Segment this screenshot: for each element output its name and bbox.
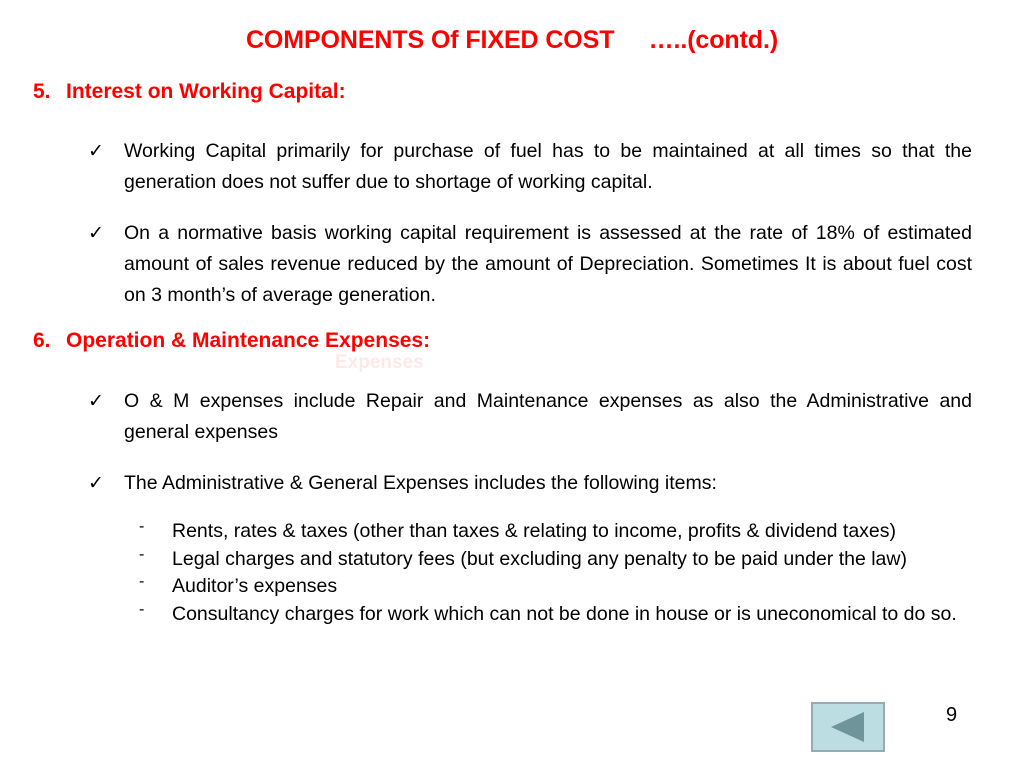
sub-list-item-text: Legal charges and statutory fees (but ex… [172, 547, 907, 570]
slide-canvas: COMPONENTS Of FIXED COST …..(contd.) 5. I… [0, 0, 1024, 768]
list-item: ✓ Working Capital primarily for purchase… [88, 136, 972, 198]
dash-icon: - [139, 545, 145, 563]
sub-list-item: - Rents, rates & taxes (other than taxes… [139, 518, 972, 546]
sub-list-item: - Auditor’s expenses [139, 573, 972, 601]
render-artifact: Expenses [335, 352, 424, 373]
sub-list-item: - Legal charges and statutory fees (but … [139, 546, 972, 574]
sub-list: - Rents, rates & taxes (other than taxes… [139, 518, 972, 628]
page-number: 9 [946, 704, 958, 726]
check-icon: ✓ [88, 391, 104, 412]
section-number-5: 5. [33, 80, 51, 103]
triangle-left-icon [828, 710, 868, 744]
dash-icon: - [139, 518, 145, 535]
list-item: ✓ O & M expenses include Repair and Main… [88, 386, 972, 448]
check-icon: ✓ [88, 141, 104, 162]
section-title-5: Interest on Working Capital: [66, 80, 346, 103]
dash-icon: - [139, 573, 145, 590]
list-item-text: The Administrative & General Expenses in… [124, 472, 717, 494]
list-item-text: Working Capital primarily for purchase o… [124, 140, 972, 193]
sub-list-item-text: Auditor’s expenses [172, 575, 338, 597]
list-item-text: O & M expenses include Repair and Mainte… [124, 390, 972, 443]
section-heading-5: 5. Interest on Working Capital: [33, 80, 346, 104]
sub-list-item: - Consultancy charges for work which can… [139, 601, 972, 629]
list-item: ✓ On a normative basis working capital r… [88, 218, 972, 311]
sub-list-item-text: Rents, rates & taxes (other than taxes &… [172, 520, 897, 542]
sub-list-item-text: Consultancy charges for work which can n… [172, 602, 957, 625]
dash-icon: - [139, 600, 145, 618]
list-item-text: On a normative basis working capital req… [124, 222, 972, 306]
check-icon: ✓ [88, 473, 104, 494]
check-icon: ✓ [88, 223, 104, 244]
section-heading-6: 6. Operation & Maintenance Expenses: [33, 329, 430, 353]
list-item: ✓ The Administrative & General Expenses … [88, 468, 972, 499]
back-navigation-button[interactable] [811, 702, 885, 752]
page-title: COMPONENTS Of FIXED COST …..(contd.) [245, 26, 779, 54]
section-number-6: 6. [33, 329, 51, 352]
section-title-6: Operation & Maintenance Expenses: [66, 329, 431, 352]
